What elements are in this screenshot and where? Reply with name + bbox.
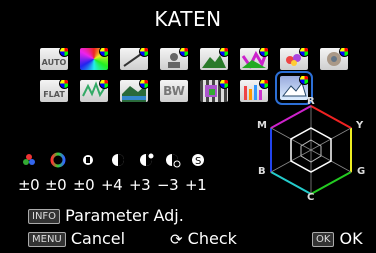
ok-text: OK bbox=[339, 229, 363, 248]
color-dot-icon bbox=[299, 76, 308, 85]
color-dot-icon bbox=[99, 80, 108, 89]
contrast-value: +4 bbox=[101, 176, 123, 194]
bw-label: BW bbox=[163, 84, 185, 98]
saturation-value: ±0 bbox=[18, 176, 40, 194]
check-text: Check bbox=[187, 229, 237, 248]
hue-value: ±0 bbox=[45, 176, 67, 194]
flower-icon[interactable] bbox=[280, 48, 308, 70]
color-dot-icon bbox=[339, 48, 348, 57]
forest-icon[interactable] bbox=[80, 80, 108, 102]
menu-row[interactable]: MENU Cancel bbox=[28, 229, 125, 248]
flat-label: FLAT bbox=[43, 89, 65, 99]
color-dot-icon bbox=[259, 48, 268, 57]
contrast-shadow-icon bbox=[166, 154, 181, 168]
color-dot-icon bbox=[59, 48, 68, 57]
tone-curve-icon[interactable] bbox=[120, 48, 148, 70]
auto-label: AUTO bbox=[41, 57, 67, 67]
hex-label-y: Y bbox=[356, 120, 364, 131]
svg-text:S: S bbox=[195, 156, 201, 167]
info-row[interactable]: INFO Parameter Adj. bbox=[28, 206, 184, 225]
landscape-icon[interactable] bbox=[200, 48, 228, 70]
hex-label-m: M bbox=[257, 120, 267, 131]
bleach-bypass-icon[interactable] bbox=[200, 80, 228, 102]
cancel-text: Cancel bbox=[70, 229, 126, 248]
color-dot-icon bbox=[139, 80, 148, 89]
river-icon[interactable] bbox=[120, 80, 148, 102]
info-text: Parameter Adj. bbox=[65, 206, 184, 225]
auto-icon[interactable]: AUTO bbox=[40, 48, 68, 70]
contrast-icon bbox=[112, 154, 124, 166]
color-dot-icon bbox=[299, 48, 308, 57]
menu-button[interactable]: MENU bbox=[28, 232, 66, 247]
hex-label-g: G bbox=[357, 166, 366, 177]
ok-row[interactable]: OK OK bbox=[312, 229, 363, 248]
high-low-key-value: ±0 bbox=[73, 176, 95, 194]
parameter-icons-row: S bbox=[23, 152, 204, 168]
color-dot-icon bbox=[99, 48, 108, 57]
hue-icon bbox=[50, 152, 66, 168]
camera-screen: KATEN AUTO FLAT BW R Y G C B M S ±0 ±0 ±… bbox=[0, 0, 376, 253]
flat-icon[interactable]: FLAT bbox=[40, 80, 68, 102]
info-button[interactable]: INFO bbox=[28, 209, 61, 224]
refresh-icon: ⟳ bbox=[170, 230, 183, 249]
hex-label-r: R bbox=[307, 96, 315, 107]
muted-icon[interactable] bbox=[320, 48, 348, 70]
natural-icon[interactable] bbox=[80, 48, 108, 70]
vibrant-icon[interactable] bbox=[240, 48, 268, 70]
hex-label-c: C bbox=[307, 192, 315, 203]
hexagon-chart-icon bbox=[270, 105, 352, 195]
contrast-highlight-value: +3 bbox=[129, 176, 151, 194]
color-dot-icon bbox=[59, 80, 68, 89]
saturation-icon bbox=[23, 154, 35, 165]
color-dot-icon bbox=[139, 48, 148, 57]
page-title: KATEN bbox=[154, 7, 222, 31]
high-low-key-icon bbox=[83, 155, 93, 165]
color-dot-icon bbox=[179, 48, 188, 57]
portrait-icon[interactable] bbox=[160, 48, 188, 70]
sharpness-icon: S bbox=[192, 154, 204, 167]
color-dot-icon bbox=[219, 80, 228, 89]
color-hexagon-diagram bbox=[255, 92, 367, 208]
check-row[interactable]: ⟳ Check bbox=[170, 229, 237, 249]
color-dot-icon bbox=[259, 80, 268, 89]
sharpness-value: +1 bbox=[185, 176, 207, 194]
ok-button[interactable]: OK bbox=[312, 232, 335, 247]
bw-icon[interactable]: BW bbox=[160, 80, 188, 102]
contrast-shadow-value: −3 bbox=[157, 176, 179, 194]
contrast-highlight-icon bbox=[140, 152, 155, 166]
color-dot-icon bbox=[219, 48, 228, 57]
